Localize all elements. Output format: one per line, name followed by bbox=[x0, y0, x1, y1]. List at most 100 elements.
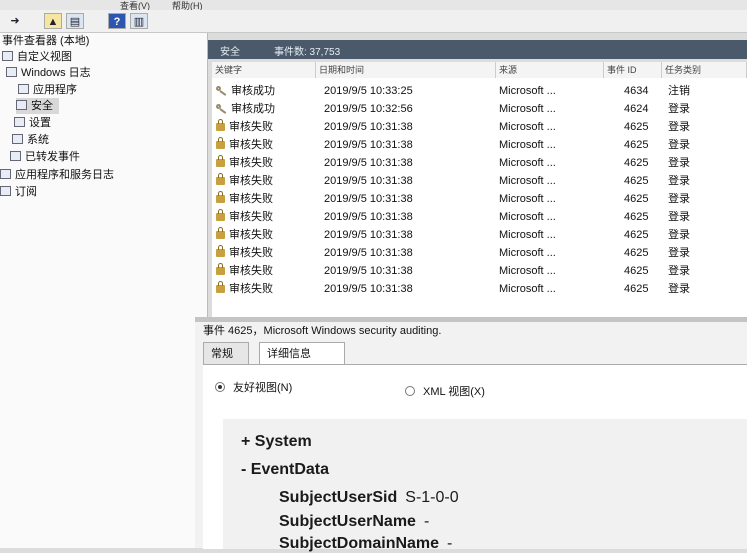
log-title: 安全 bbox=[220, 47, 240, 58]
cell-keyword: 审核失败 bbox=[216, 172, 273, 190]
cell-datetime: 2019/9/5 10:31:38 bbox=[324, 175, 413, 187]
log-folder-icon bbox=[6, 67, 17, 77]
system-node[interactable]: + System bbox=[241, 433, 312, 451]
subscription-icon bbox=[0, 186, 11, 196]
log-header: 安全 事件数: 37,753 bbox=[208, 40, 747, 59]
log-icon bbox=[16, 100, 27, 110]
tree-item-security[interactable]: 安全 bbox=[16, 98, 59, 114]
field-subject-user-sid: SubjectUserSid S-1-0-0 bbox=[279, 489, 459, 506]
cell-event-id: 4625 bbox=[624, 211, 649, 223]
cell-keyword: 审核失败 bbox=[216, 280, 273, 298]
tree-item-custom-views[interactable]: 自定义视图 bbox=[2, 49, 72, 65]
tree-item-windows-logs[interactable]: Windows 日志 bbox=[6, 65, 91, 81]
column-task[interactable]: 任务类别 bbox=[662, 62, 747, 78]
table-row[interactable]: 审核失败 2019/9/5 10:31:38 Microsoft ... 4625 登录 bbox=[212, 262, 747, 280]
table-row[interactable]: 审核失败 2019/9/5 10:31:38 Microsoft ... 4625 登录 bbox=[212, 280, 747, 298]
cell-datetime: 2019/9/5 10:31:38 bbox=[324, 229, 413, 241]
cell-event-id: 4625 bbox=[624, 175, 649, 187]
table-row[interactable]: 审核失败 2019/9/5 10:31:38 Microsoft ... 4625 登录 bbox=[212, 136, 747, 154]
cell-datetime: 2019/9/5 10:33:25 bbox=[324, 85, 413, 97]
key-icon bbox=[216, 104, 227, 113]
cell-datetime: 2019/9/5 10:31:38 bbox=[324, 265, 413, 277]
lock-icon bbox=[216, 263, 225, 275]
cell-datetime: 2019/9/5 10:31:38 bbox=[324, 247, 413, 259]
folder-icon bbox=[0, 169, 11, 179]
lock-icon bbox=[216, 173, 225, 185]
lock-icon bbox=[216, 137, 225, 149]
menu-bar: 查看(V) 帮助(H) bbox=[0, 0, 747, 11]
tab-details[interactable]: 详细信息 bbox=[259, 342, 345, 365]
show-tree-icon[interactable]: ▤ bbox=[66, 13, 84, 29]
cell-source: Microsoft ... bbox=[499, 283, 556, 295]
table-row[interactable]: 审核失败 2019/9/5 10:31:38 Microsoft ... 4625 登录 bbox=[212, 190, 747, 208]
toolbar: ➜ ▲ ▤ ? ▥ bbox=[0, 10, 747, 33]
cell-task: 登录 bbox=[668, 175, 690, 187]
cell-source: Microsoft ... bbox=[499, 139, 556, 151]
column-event-id[interactable]: 事件 ID bbox=[604, 62, 662, 78]
lock-icon bbox=[216, 155, 225, 167]
table-row[interactable]: 审核成功 2019/9/5 10:33:25 Microsoft ... 4634 注销 bbox=[212, 82, 747, 100]
friendly-view-radio[interactable]: 友好视图(N) bbox=[215, 379, 292, 395]
table-row[interactable]: 审核失败 2019/9/5 10:31:38 Microsoft ... 4625 登录 bbox=[212, 244, 747, 262]
table-row[interactable]: 审核失败 2019/9/5 10:31:38 Microsoft ... 4625 登录 bbox=[212, 208, 747, 226]
xml-view-radio[interactable]: XML 视图(X) bbox=[405, 383, 485, 399]
table-row[interactable]: 审核失败 2019/9/5 10:31:38 Microsoft ... 4625 登录 bbox=[212, 226, 747, 244]
table-row[interactable]: 审核失败 2019/9/5 10:31:38 Microsoft ... 4625 登录 bbox=[212, 172, 747, 190]
table-row[interactable]: 审核成功 2019/9/5 10:32:56 Microsoft ... 4624 登录 bbox=[212, 100, 747, 118]
cell-keyword: 审核失败 bbox=[216, 190, 273, 208]
cell-task: 登录 bbox=[668, 139, 690, 151]
tree-item-app-service-logs[interactable]: 应用程序和服务日志 bbox=[0, 167, 114, 183]
tree-item-system[interactable]: 系统 bbox=[12, 132, 49, 148]
radio-unselected-icon bbox=[405, 386, 415, 396]
tree-item-forwarded-events[interactable]: 已转发事件 bbox=[10, 149, 80, 165]
cell-source: Microsoft ... bbox=[499, 247, 556, 259]
cell-source: Microsoft ... bbox=[499, 157, 556, 169]
event-table: 关键字 日期和时间 来源 事件 ID 任务类别 审核成功 2019/9/5 10:… bbox=[212, 62, 747, 317]
tree-item-subscriptions[interactable]: 订阅 bbox=[0, 184, 37, 200]
cell-task: 登录 bbox=[668, 103, 690, 115]
lock-icon bbox=[216, 245, 225, 257]
log-icon bbox=[12, 134, 23, 144]
event-detail-pane: 事件 4625，Microsoft Windows security audit… bbox=[195, 322, 747, 552]
log-icon bbox=[14, 117, 25, 127]
column-datetime[interactable]: 日期和时间 bbox=[316, 62, 496, 78]
cell-source: Microsoft ... bbox=[499, 193, 556, 205]
table-row[interactable]: 审核失败 2019/9/5 10:31:38 Microsoft ... 4625 登录 bbox=[212, 154, 747, 172]
table-row[interactable]: 审核失败 2019/9/5 10:31:38 Microsoft ... 4625 登录 bbox=[212, 118, 747, 136]
lock-icon bbox=[216, 227, 225, 239]
cell-keyword: 审核成功 bbox=[216, 82, 275, 100]
column-source[interactable]: 来源 bbox=[496, 62, 604, 78]
cell-task: 登录 bbox=[668, 211, 690, 223]
action-pane-icon[interactable]: ▥ bbox=[130, 13, 148, 29]
cell-source: Microsoft ... bbox=[499, 175, 556, 187]
eventdata-node[interactable]: - EventData bbox=[241, 461, 329, 479]
cell-keyword: 审核失败 bbox=[216, 262, 273, 280]
funnel-icon bbox=[2, 51, 13, 61]
key-icon bbox=[216, 86, 227, 95]
tree-item-application[interactable]: 应用程序 bbox=[18, 82, 77, 98]
cell-datetime: 2019/9/5 10:31:38 bbox=[324, 121, 413, 133]
cell-event-id: 4634 bbox=[624, 85, 649, 97]
up-folder-icon[interactable]: ▲ bbox=[44, 13, 62, 29]
help-icon[interactable]: ? bbox=[108, 13, 126, 29]
cell-task: 登录 bbox=[668, 229, 690, 241]
lock-icon bbox=[216, 191, 225, 203]
cell-task: 登录 bbox=[668, 265, 690, 277]
cell-keyword: 审核失败 bbox=[216, 154, 273, 172]
cell-keyword: 审核失败 bbox=[216, 208, 273, 226]
radio-selected-icon bbox=[215, 382, 225, 392]
tab-general[interactable]: 常规 bbox=[203, 342, 249, 364]
tree-item-setup[interactable]: 设置 bbox=[14, 115, 51, 131]
cell-task: 注销 bbox=[668, 85, 690, 97]
column-keyword[interactable]: 关键字 bbox=[212, 62, 316, 78]
cell-keyword: 审核失败 bbox=[216, 226, 273, 244]
cell-task: 登录 bbox=[668, 283, 690, 295]
tree-root[interactable]: 事件查看器 (本地) bbox=[2, 33, 89, 49]
cell-keyword: 审核失败 bbox=[216, 136, 273, 154]
console-tree: 事件查看器 (本地) 自定义视图 Windows 日志 应用程序 安全 设置 系… bbox=[0, 33, 208, 548]
cell-keyword: 审核失败 bbox=[216, 118, 273, 136]
back-arrow-icon[interactable]: ➜ bbox=[6, 13, 24, 29]
cell-event-id: 4624 bbox=[624, 103, 649, 115]
cell-event-id: 4625 bbox=[624, 247, 649, 259]
field-subject-user-name: SubjectUserName - bbox=[279, 513, 430, 530]
